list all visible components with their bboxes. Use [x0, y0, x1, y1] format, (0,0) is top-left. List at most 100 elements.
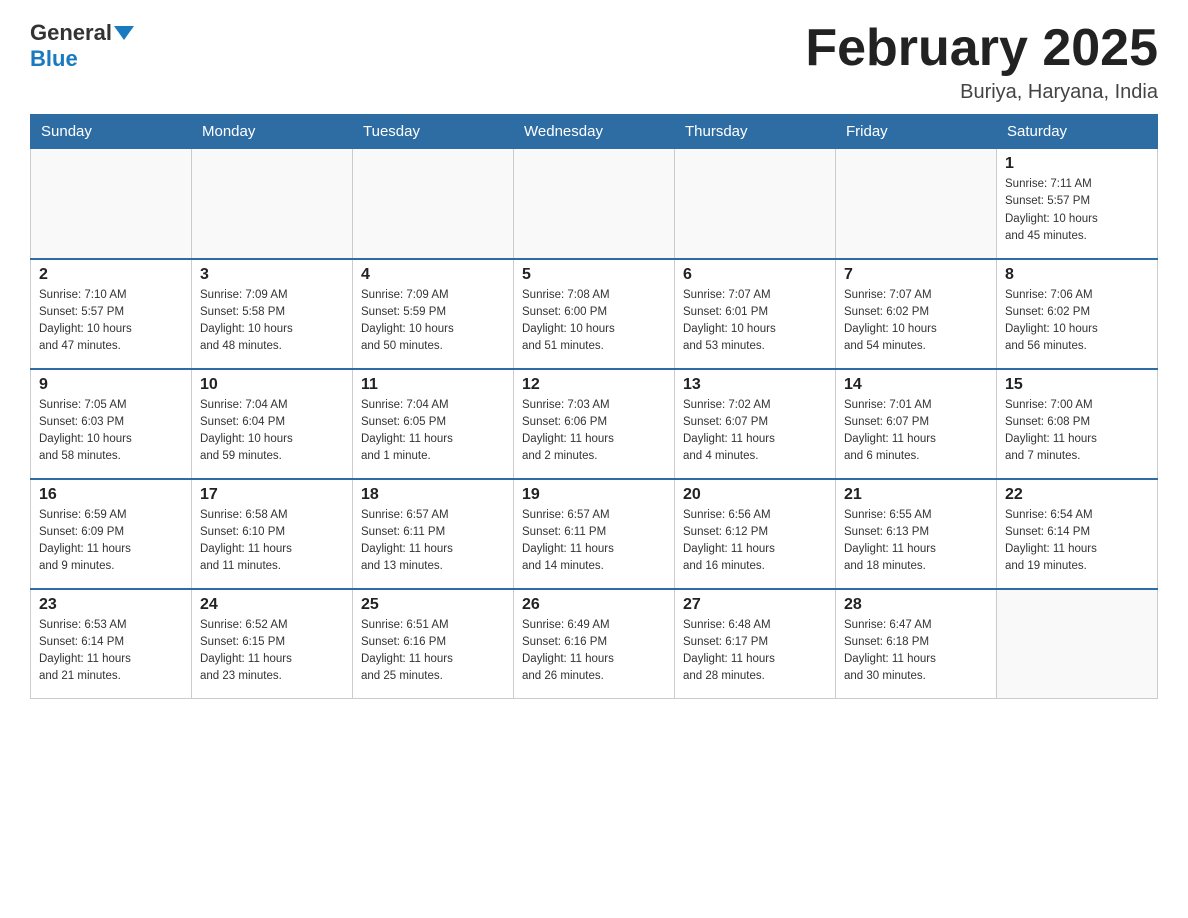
day-number: 17 — [200, 486, 344, 504]
day-info: Sunrise: 6:47 AM Sunset: 6:18 PM Dayligh… — [844, 617, 988, 686]
logo-sub-text: Blue — [30, 46, 78, 71]
day-number: 16 — [39, 486, 183, 504]
day-number: 22 — [1005, 486, 1149, 504]
day-number: 7 — [844, 266, 988, 284]
calendar-table: SundayMondayTuesdayWednesdayThursdayFrid… — [30, 114, 1158, 699]
day-info: Sunrise: 6:56 AM Sunset: 6:12 PM Dayligh… — [683, 507, 827, 576]
day-info: Sunrise: 7:09 AM Sunset: 5:58 PM Dayligh… — [200, 287, 344, 356]
calendar-cell: 18Sunrise: 6:57 AM Sunset: 6:11 PM Dayli… — [353, 479, 514, 589]
day-info: Sunrise: 7:07 AM Sunset: 6:02 PM Dayligh… — [844, 287, 988, 356]
calendar-cell — [997, 589, 1158, 699]
day-number: 11 — [361, 376, 505, 394]
day-number: 5 — [522, 266, 666, 284]
calendar-cell: 21 Sunrise: 6:55 AM Sunset: 6:13 PM Dayli… — [836, 479, 997, 589]
day-number: 9 — [39, 376, 183, 394]
day-number: 14 — [844, 376, 988, 394]
logo-triangle-icon — [114, 26, 134, 40]
day-number: 24 — [200, 596, 344, 614]
calendar-cell: 25 Sunrise: 6:51 AM Sunset: 6:16 PM Dayli… — [353, 589, 514, 699]
calendar-cell: 5 Sunrise: 7:08 AM Sunset: 6:00 PM Daylig… — [514, 259, 675, 369]
calendar-cell: 4Sunrise: 7:09 AM Sunset: 5:59 PM Daylig… — [353, 259, 514, 369]
calendar-cell — [514, 149, 675, 259]
day-info: Sunrise: 6:48 AM Sunset: 6:17 PM Dayligh… — [683, 617, 827, 686]
weekday-sunday: Sunday — [31, 115, 192, 149]
calendar-cell: 26 Sunrise: 6:49 AM Sunset: 6:16 PM Dayli… — [514, 589, 675, 699]
day-info: Sunrise: 7:01 AM Sunset: 6:07 PM Dayligh… — [844, 397, 988, 466]
location-text: Buriya, Haryana, India — [805, 81, 1158, 104]
calendar-cell: 27 Sunrise: 6:48 AM Sunset: 6:17 PM Dayli… — [675, 589, 836, 699]
weekday-thursday: Thursday — [675, 115, 836, 149]
calendar-cell: 7 Sunrise: 7:07 AM Sunset: 6:02 PM Daylig… — [836, 259, 997, 369]
calendar-cell: 8 Sunrise: 7:06 AM Sunset: 6:02 PM Daylig… — [997, 259, 1158, 369]
day-number: 23 — [39, 596, 183, 614]
day-number: 3 — [200, 266, 344, 284]
calendar-cell: 10 Sunrise: 7:04 AM Sunset: 6:04 PM Dayli… — [192, 369, 353, 479]
day-info: Sunrise: 6:59 AM Sunset: 6:09 PM Dayligh… — [39, 507, 183, 576]
day-info: Sunrise: 6:55 AM Sunset: 6:13 PM Dayligh… — [844, 507, 988, 576]
weekday-monday: Monday — [192, 115, 353, 149]
day-info: Sunrise: 7:04 AM Sunset: 6:04 PM Dayligh… — [200, 397, 344, 466]
day-info: Sunrise: 6:54 AM Sunset: 6:14 PM Dayligh… — [1005, 507, 1149, 576]
day-info: Sunrise: 7:04 AM Sunset: 6:05 PM Dayligh… — [361, 397, 505, 466]
calendar-cell: 16 Sunrise: 6:59 AM Sunset: 6:09 PM Dayli… — [31, 479, 192, 589]
calendar-cell: 12 Sunrise: 7:03 AM Sunset: 6:06 PM Dayli… — [514, 369, 675, 479]
month-title: February 2025 — [805, 20, 1158, 77]
week-row-3: 16 Sunrise: 6:59 AM Sunset: 6:09 PM Dayli… — [31, 479, 1158, 589]
weekday-wednesday: Wednesday — [514, 115, 675, 149]
title-area: February 2025 Buriya, Haryana, India — [805, 20, 1158, 104]
day-info: Sunrise: 7:09 AM Sunset: 5:59 PM Dayligh… — [361, 287, 505, 356]
calendar-cell: 2 Sunrise: 7:10 AM Sunset: 5:57 PM Daylig… — [31, 259, 192, 369]
calendar-cell — [836, 149, 997, 259]
weekday-saturday: Saturday — [997, 115, 1158, 149]
calendar-cell: 3 Sunrise: 7:09 AM Sunset: 5:58 PM Daylig… — [192, 259, 353, 369]
week-row-1: 2 Sunrise: 7:10 AM Sunset: 5:57 PM Daylig… — [31, 259, 1158, 369]
day-info: Sunrise: 6:49 AM Sunset: 6:16 PM Dayligh… — [522, 617, 666, 686]
day-info: Sunrise: 7:03 AM Sunset: 6:06 PM Dayligh… — [522, 397, 666, 466]
calendar-cell: 28 Sunrise: 6:47 AM Sunset: 6:18 PM Dayli… — [836, 589, 997, 699]
logo: General Blue — [30, 20, 134, 72]
calendar-cell: 9 Sunrise: 7:05 AM Sunset: 6:03 PM Daylig… — [31, 369, 192, 479]
day-number: 10 — [200, 376, 344, 394]
weekday-tuesday: Tuesday — [353, 115, 514, 149]
day-number: 8 — [1005, 266, 1149, 284]
day-info: Sunrise: 7:10 AM Sunset: 5:57 PM Dayligh… — [39, 287, 183, 356]
day-number: 2 — [39, 266, 183, 284]
day-info: Sunrise: 7:00 AM Sunset: 6:08 PM Dayligh… — [1005, 397, 1149, 466]
calendar-cell: 17Sunrise: 6:58 AM Sunset: 6:10 PM Dayli… — [192, 479, 353, 589]
page-header: General Blue February 2025 Buriya, Harya… — [30, 20, 1158, 104]
calendar-cell — [31, 149, 192, 259]
logo-main-text: General — [30, 20, 112, 46]
day-info: Sunrise: 7:08 AM Sunset: 6:00 PM Dayligh… — [522, 287, 666, 356]
calendar-cell: 11 Sunrise: 7:04 AM Sunset: 6:05 PM Dayli… — [353, 369, 514, 479]
day-number: 27 — [683, 596, 827, 614]
day-info: Sunrise: 6:52 AM Sunset: 6:15 PM Dayligh… — [200, 617, 344, 686]
day-info: Sunrise: 7:07 AM Sunset: 6:01 PM Dayligh… — [683, 287, 827, 356]
weekday-header-row: SundayMondayTuesdayWednesdayThursdayFrid… — [31, 115, 1158, 149]
day-info: Sunrise: 6:57 AM Sunset: 6:11 PM Dayligh… — [522, 507, 666, 576]
calendar-cell — [353, 149, 514, 259]
calendar-cell — [192, 149, 353, 259]
day-info: Sunrise: 6:53 AM Sunset: 6:14 PM Dayligh… — [39, 617, 183, 686]
calendar-cell: 1Sunrise: 7:11 AM Sunset: 5:57 PM Daylig… — [997, 149, 1158, 259]
day-number: 21 — [844, 486, 988, 504]
calendar-cell: 19Sunrise: 6:57 AM Sunset: 6:11 PM Dayli… — [514, 479, 675, 589]
day-number: 26 — [522, 596, 666, 614]
calendar-cell: 6Sunrise: 7:07 AM Sunset: 6:01 PM Daylig… — [675, 259, 836, 369]
day-number: 18 — [361, 486, 505, 504]
day-number: 25 — [361, 596, 505, 614]
day-number: 20 — [683, 486, 827, 504]
week-row-4: 23 Sunrise: 6:53 AM Sunset: 6:14 PM Dayli… — [31, 589, 1158, 699]
day-number: 28 — [844, 596, 988, 614]
calendar-cell — [675, 149, 836, 259]
day-info: Sunrise: 7:02 AM Sunset: 6:07 PM Dayligh… — [683, 397, 827, 466]
day-info: Sunrise: 7:11 AM Sunset: 5:57 PM Dayligh… — [1005, 176, 1149, 245]
day-info: Sunrise: 7:05 AM Sunset: 6:03 PM Dayligh… — [39, 397, 183, 466]
day-number: 15 — [1005, 376, 1149, 394]
week-row-0: 1Sunrise: 7:11 AM Sunset: 5:57 PM Daylig… — [31, 149, 1158, 259]
day-number: 12 — [522, 376, 666, 394]
day-info: Sunrise: 7:06 AM Sunset: 6:02 PM Dayligh… — [1005, 287, 1149, 356]
calendar-cell: 24 Sunrise: 6:52 AM Sunset: 6:15 PM Dayli… — [192, 589, 353, 699]
calendar-cell: 22 Sunrise: 6:54 AM Sunset: 6:14 PM Dayli… — [997, 479, 1158, 589]
calendar-cell: 13Sunrise: 7:02 AM Sunset: 6:07 PM Dayli… — [675, 369, 836, 479]
day-info: Sunrise: 6:51 AM Sunset: 6:16 PM Dayligh… — [361, 617, 505, 686]
